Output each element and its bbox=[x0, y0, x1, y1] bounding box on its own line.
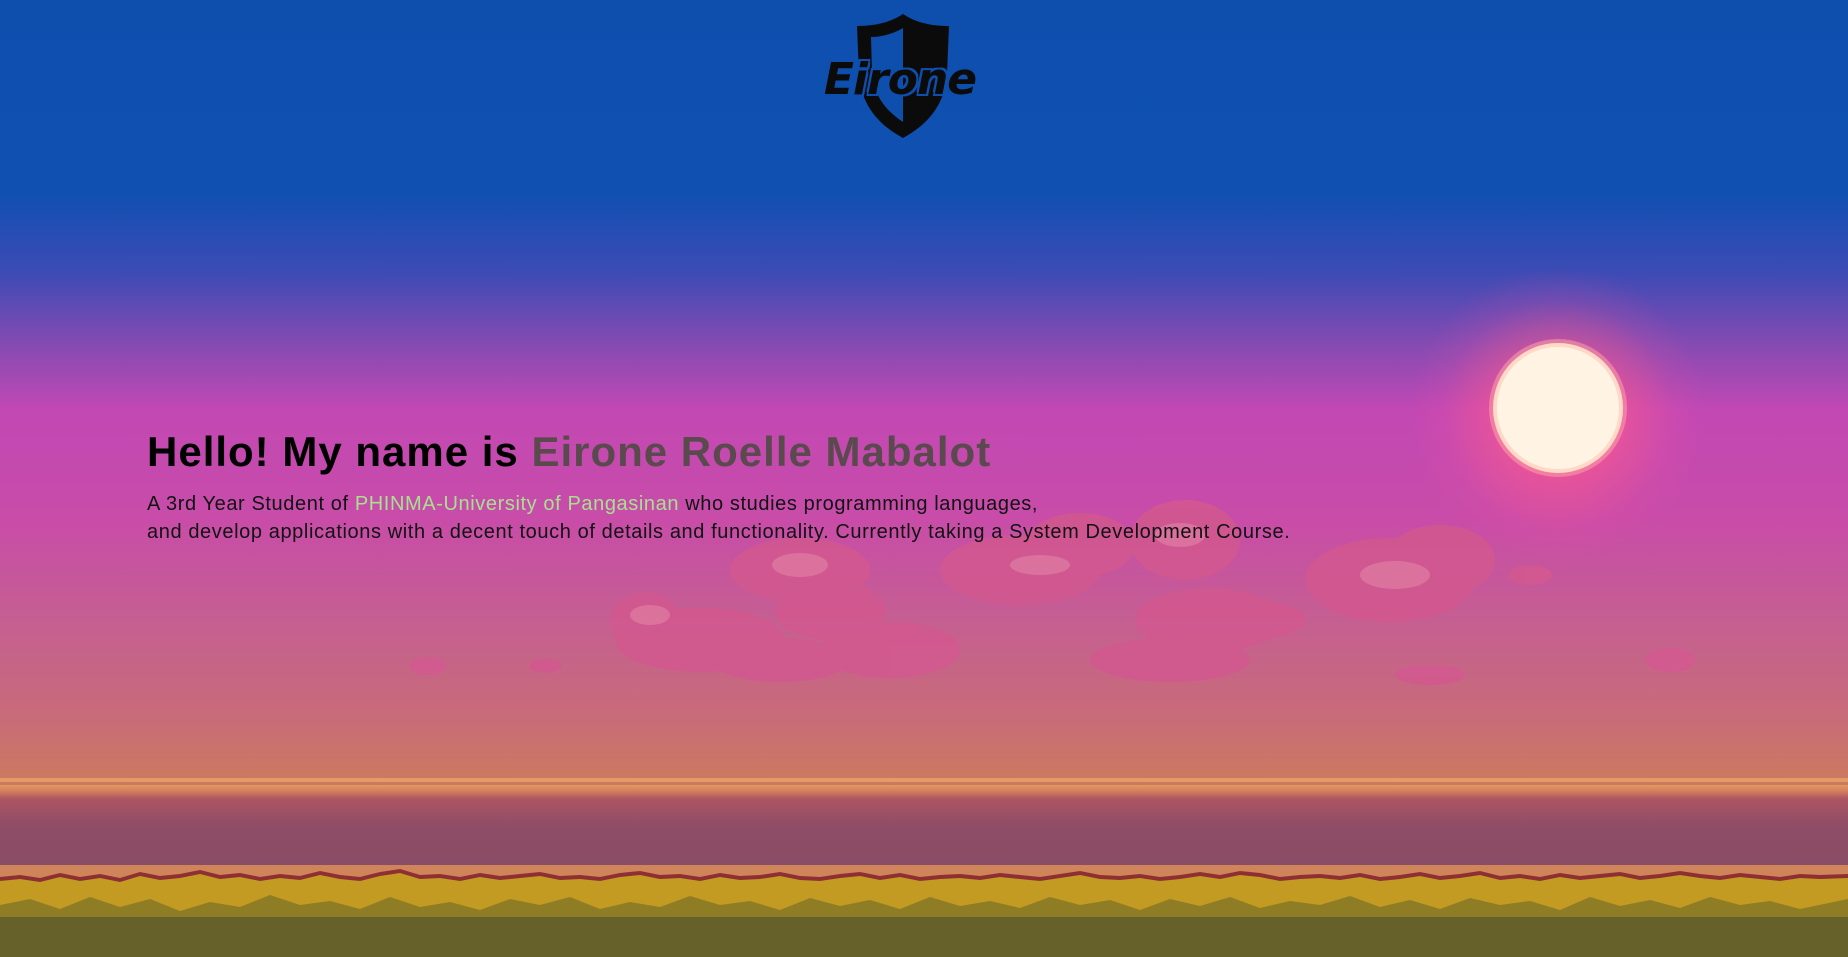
hero-bio: A 3rd Year Student of PHINMA-University … bbox=[147, 490, 1447, 546]
hero-name: Eirone Roelle Mabalot bbox=[531, 428, 992, 475]
sun-icon bbox=[1497, 347, 1619, 469]
hero-intro: Hello! My name is Eirone Roelle Mabalot … bbox=[147, 424, 1447, 546]
school-link[interactable]: PHINMA-University of Pangasinan bbox=[355, 493, 679, 515]
bio-line1-suffix: who studies programming languages, bbox=[679, 493, 1039, 515]
site-logo[interactable]: Eirone bbox=[820, 12, 980, 142]
bio-line2: and develop applications with a decent t… bbox=[147, 521, 1291, 543]
logo-text: Eirone bbox=[823, 54, 977, 105]
horizon-line bbox=[0, 778, 1848, 782]
bio-prefix: A 3rd Year Student of bbox=[147, 493, 355, 515]
grass-ground bbox=[0, 847, 1848, 957]
greeting-text: Hello! My name is bbox=[147, 428, 532, 475]
hero-headline: Hello! My name is Eirone Roelle Mabalot bbox=[147, 424, 1447, 480]
